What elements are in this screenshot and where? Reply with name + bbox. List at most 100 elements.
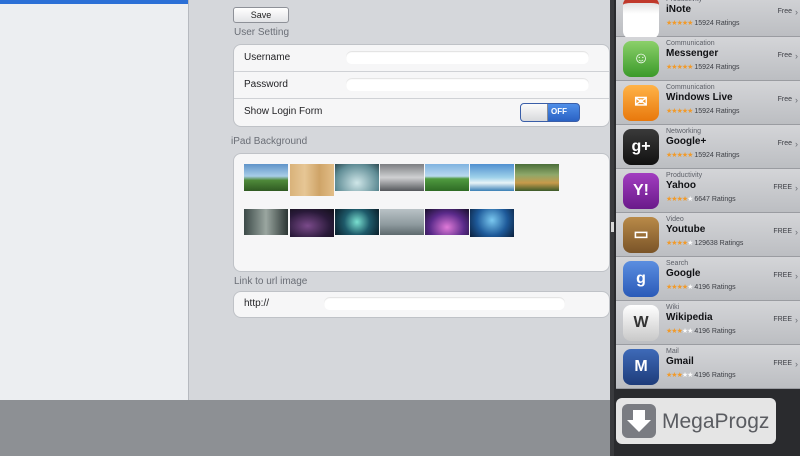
show-login-form-row: Show Login Form OFF [234,99,609,125]
user-setting-heading: User Setting [234,27,290,38]
app-name: Google [666,268,701,279]
ratings-count: 15924 Ratings [692,152,740,159]
app-price: FREE [773,316,792,323]
app-name: Youtube [666,224,706,235]
password-label: Password [244,79,288,90]
background-thumbnail[interactable] [290,209,334,237]
star-rating-icon: ★★★★★ [666,284,693,291]
app-list-item[interactable]: ProductivityiNote ★★★★★ 15924 Ratings Free… [616,0,800,39]
selected-item-indicator [0,0,188,4]
app-list-item[interactable]: ▭ Video Youtube ★★★★★ 129638 Ratings FREE › [616,213,800,257]
left-sidebar [0,0,189,400]
star-rating-icon: ★★★★★ [666,64,693,71]
download-arrow-icon [627,410,651,432]
background-thumbnail[interactable] [244,164,288,191]
ratings-count: 4196 Ratings [692,372,736,379]
app-category: Search [666,260,689,267]
chevron-right-icon: › [795,95,798,105]
google-plus-icon: g+ [623,129,659,165]
star-rating-icon: ★★★★★ [666,108,693,115]
app-category: Video [666,216,684,223]
ratings-count: 6647 Ratings [692,196,736,203]
user-setting-group: Username Password Show Login Form OFF [233,44,610,127]
app-price: FREE [773,272,792,279]
background-thumbnail[interactable] [290,164,334,196]
app-list-item[interactable]: M Mail Gmail ★★★★★ 4196 Ratings FREE › [616,345,800,389]
toggle-state-label: OFF [551,107,567,116]
chevron-right-icon: › [795,183,798,193]
app-price: FREE [773,228,792,235]
background-thumbnail[interactable] [380,209,424,235]
url-input-field[interactable] [324,297,565,310]
google-search-icon: g [623,261,659,297]
username-row: Username [234,45,609,72]
messenger-icon: ☺ [623,41,659,77]
app-name: Windows Live [666,92,733,103]
app-category: Communication [666,84,715,91]
username-field[interactable] [346,51,589,64]
app-price: Free [777,8,792,15]
background-thumbnail[interactable] [244,209,288,235]
app-price: Free [777,140,792,147]
wikipedia-icon: W [623,305,659,341]
background-thumbnail[interactable] [515,164,559,191]
star-rating-icon: ★★★★★ [666,20,693,27]
app-price: FREE [773,360,792,367]
chevron-right-icon: › [795,51,798,61]
app-name: Gmail [666,356,694,367]
save-button[interactable]: Save [233,7,289,23]
star-rating-icon: ★★★★★ [666,152,693,159]
background-thumbnail[interactable] [470,164,514,191]
google-search-icon-glyph: g [636,270,646,287]
app-list-item[interactable]: ☺ Communication Messenger ★★★★★ 15924 Ratin… [616,37,800,81]
app-price: Free [777,96,792,103]
app-price: FREE [773,184,792,191]
bottom-bar [0,400,614,456]
chevron-right-icon: › [795,315,798,325]
app-name: Google+ [666,136,707,147]
username-label: Username [244,52,291,63]
app-category: Wiki [666,304,680,311]
app-category: Communication [666,40,715,47]
watermark-text: MegaProgz [662,410,770,433]
background-thumbnail[interactable] [425,209,469,235]
app-list-item[interactable]: W Wiki Wikipedia ★★★★★ 4196 Ratings FREE › [616,301,800,345]
gmail-icon-glyph: M [634,358,648,375]
show-login-form-label: Show Login Form [244,106,323,117]
app-rating: ★★★★★ 15924 Ratings [666,151,740,159]
app-name: iNote [666,4,691,15]
ratings-count: 4196 Ratings [692,284,736,291]
toggle-knob [521,104,548,121]
notepad-icon [623,0,659,39]
app-rating: ★★★★★ 15924 Ratings [666,107,740,115]
ratings-count: 15924 Ratings [692,108,740,115]
background-thumbnail[interactable] [335,164,379,191]
background-thumbnail[interactable] [380,164,424,191]
app-list-item[interactable]: Y! Productivity Yahoo ★★★★★ 6647 Ratings FRE… [616,169,800,213]
background-thumbnail[interactable] [425,164,469,191]
chevron-right-icon: › [795,271,798,281]
password-field[interactable] [346,78,589,91]
app-category: Networking [666,128,702,135]
app-category: Productivity [666,0,702,3]
messenger-icon-glyph: ☺ [632,50,650,67]
youtube-tv-icon-glyph: ▭ [633,226,649,243]
ipad-background-heading: iPad Background [231,136,308,147]
settings-pane: Save User Setting Username Password Show… [189,0,610,400]
show-login-form-toggle[interactable]: OFF [520,103,580,122]
app-rating: ★★★★★ 4196 Ratings [666,371,736,379]
app-rating: ★★★★★ 4196 Ratings [666,327,736,335]
app-list-item[interactable]: g+ Networking Google+ ★★★★★ 15924 Ratings Fr… [616,125,800,169]
background-thumbnail[interactable] [470,209,514,237]
app-name: Wikipedia [666,312,713,323]
url-link-group: http:// [233,291,610,318]
app-list-item[interactable]: g Search Google ★★★★★ 4196 Ratings FREE › [616,257,800,301]
background-thumbnail[interactable] [335,209,379,235]
app-list-item[interactable]: ✉ Communication Windows Live ★★★★★ 15924 Ra… [616,81,800,125]
app-price: Free [777,52,792,59]
app-rating: ★★★★★ 6647 Ratings [666,195,736,203]
link-to-url-heading: Link to url image [234,276,308,287]
app-category: Productivity [666,172,703,179]
ratings-count: 15924 Ratings [692,64,740,71]
app-rating: ★★★★★ 129638 Ratings [666,239,743,247]
